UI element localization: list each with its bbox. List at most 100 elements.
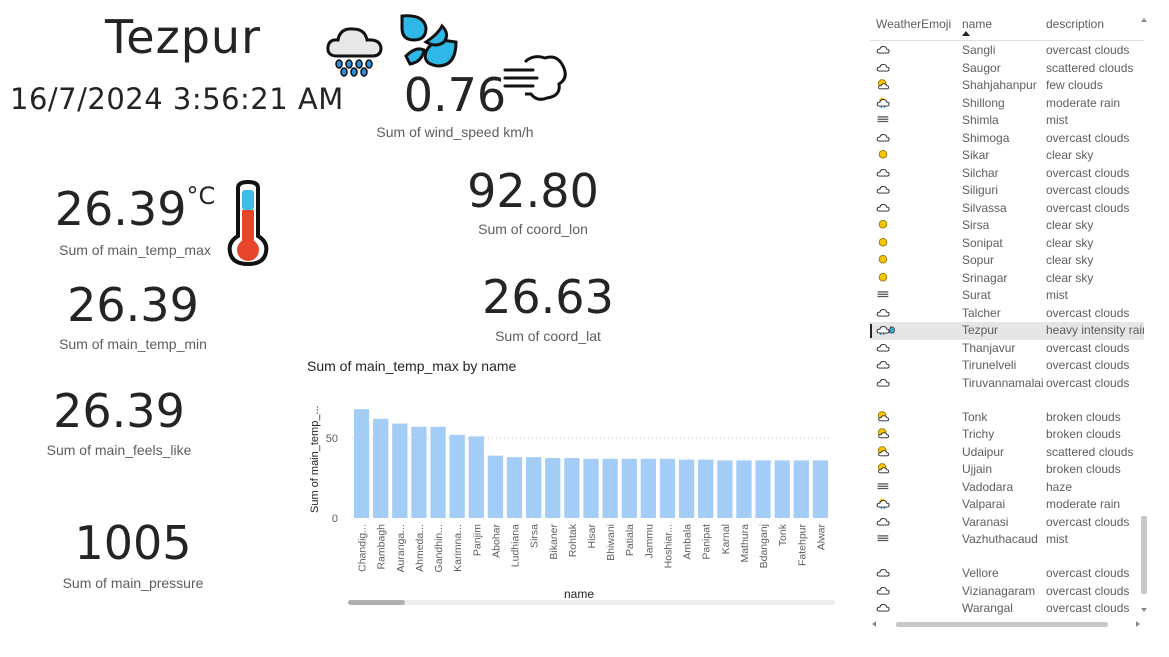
column-header-emoji[interactable]: WeatherEmoji (876, 17, 951, 31)
sun-cloud-icon (877, 79, 890, 90)
sun-cloud-icon (877, 410, 890, 421)
x-tick-label: Karimna... (452, 524, 464, 572)
row-name: Talcher (962, 305, 1001, 320)
table-row[interactable]: Saugor scattered clouds (870, 60, 1144, 78)
row-description: mist (1046, 288, 1068, 302)
row-name: Silvassa (962, 200, 1007, 215)
x-tick-label: Karnal (720, 524, 732, 554)
table-row[interactable]: Valparai moderate rain (870, 496, 1144, 514)
wind-speed-label: Sum of wind_speed km/h (376, 124, 534, 140)
row-name: Sopur (962, 253, 995, 267)
table-row[interactable]: Tezpur heavy intensity rain (870, 322, 1144, 340)
table-vertical-scrollbar[interactable] (1140, 16, 1148, 616)
table-row[interactable]: Tirunelveli overcast clouds (870, 357, 1144, 375)
table-horizontal-scrollbar[interactable] (870, 616, 1144, 627)
rain-cloud-icon (876, 97, 890, 108)
pressure-label: Sum of main_pressure (62, 575, 204, 591)
scrollbar-track-horizontal (872, 621, 1140, 627)
cloud-icon (876, 168, 890, 177)
x-tick-label: Panjim (471, 524, 483, 556)
y-axis-label: Sum of main_temp_... (309, 405, 321, 513)
temp-max-label: Sum of main_temp_max (59, 242, 211, 258)
table-row[interactable]: Tiruvannamalai overcast clouds (870, 375, 1144, 409)
table-row[interactable]: Sangli overcast clouds (870, 42, 1144, 60)
table-row[interactable]: Sonipat clear sky (870, 235, 1144, 253)
bar (564, 458, 580, 518)
table-row[interactable]: Srinagar clear sky (870, 270, 1144, 288)
table-row[interactable]: Shimoga overcast clouds (870, 130, 1144, 148)
table-row[interactable]: Varanasi overcast clouds (870, 514, 1144, 532)
cloud-icon (876, 203, 890, 212)
table-row[interactable]: Vizianagaram overcast clouds (870, 583, 1144, 601)
table-row[interactable]: Vadodara haze (870, 479, 1144, 497)
bar (755, 460, 771, 518)
cloud-icon (876, 361, 890, 369)
table-row[interactable]: Silchar overcast clouds (870, 165, 1144, 183)
row-description: mist (1046, 113, 1068, 127)
row-description: overcast clouds (1046, 165, 1130, 180)
row-description: broken clouds (1046, 427, 1121, 441)
table-row[interactable]: Surat mist (870, 287, 1144, 305)
bar (698, 459, 714, 518)
x-tick-label: Rambagh (376, 524, 388, 570)
row-name: Shahjahanpur (962, 78, 1037, 92)
table-row[interactable]: Shillong moderate rain (870, 95, 1144, 113)
table-row[interactable]: Vellore overcast clouds (870, 565, 1144, 583)
row-description: overcast clouds (1046, 43, 1130, 57)
x-axis-label: name (564, 587, 594, 601)
row-description: overcast clouds (1046, 601, 1130, 615)
column-header-description[interactable]: description (1046, 17, 1104, 31)
coord-lon-value: 92.80 (467, 164, 599, 218)
table-row[interactable]: Shahjahanpur few clouds (870, 77, 1144, 95)
x-tick-label: Ambala (682, 524, 694, 560)
row-description: overcast clouds (1046, 340, 1130, 355)
table-row[interactable]: Sopur clear sky (870, 252, 1144, 270)
bar (812, 460, 829, 518)
cloud-icon (876, 343, 890, 352)
table-row[interactable]: Silvassa overcast clouds (870, 200, 1144, 218)
row-name: Shimoga (962, 130, 1010, 145)
bar (602, 458, 618, 518)
fog-icon (877, 291, 889, 298)
rain-drops-icon (876, 326, 895, 335)
temp-max-value: 26.39°C (54, 182, 216, 236)
temp-min-label: Sum of main_temp_min (59, 336, 207, 352)
bar (736, 460, 752, 518)
row-description: overcast clouds (1046, 375, 1130, 390)
cloud-icon (876, 378, 890, 387)
wind-speed-value: 0.76 (403, 68, 507, 122)
table-row[interactable]: Warangal overcast clouds (870, 600, 1144, 618)
table-row[interactable]: Ujjain broken clouds (870, 461, 1144, 479)
table-row[interactable]: Siliguri overcast clouds (870, 182, 1144, 200)
row-description: heavy intensity rain (1046, 323, 1144, 337)
sun-icon (878, 255, 888, 264)
x-tick-label: Ludhiana (510, 524, 522, 567)
table-row[interactable]: Tonk broken clouds (870, 409, 1144, 427)
coord-lon-label: Sum of coord_lon (478, 221, 588, 237)
bar (468, 436, 484, 518)
cloud-icon (876, 586, 890, 595)
row-name: Srinagar (962, 270, 1008, 285)
bar (487, 455, 504, 518)
celsius-unit: °C (186, 182, 216, 210)
row-name: Trichy (962, 427, 995, 441)
bar (793, 460, 809, 518)
y-tick-label: 0 (332, 513, 338, 525)
table-row[interactable]: Shimla mist (870, 112, 1144, 130)
table-row[interactable]: Sirsa clear sky (870, 217, 1144, 235)
table-row[interactable]: Trichy broken clouds (870, 426, 1144, 444)
table-row[interactable]: Sikar clear sky (870, 147, 1144, 165)
sun-icon (878, 150, 888, 159)
row-description: few clouds (1046, 78, 1103, 92)
rain-cloud-icon (876, 498, 890, 509)
table-row[interactable]: Thanjavur overcast clouds (870, 340, 1144, 358)
column-header-name[interactable]: name (962, 17, 992, 31)
bar (430, 426, 446, 518)
bar (659, 458, 676, 518)
x-tick-label: Patiala (624, 524, 636, 556)
table-row[interactable]: Udaipur scattered clouds (870, 444, 1144, 462)
table-row[interactable]: Talcher overcast clouds (870, 305, 1144, 323)
cloud-icon (876, 133, 890, 142)
table-row[interactable]: Vazhuthacaud mist (870, 531, 1144, 565)
row-description: overcast clouds (1046, 130, 1130, 145)
